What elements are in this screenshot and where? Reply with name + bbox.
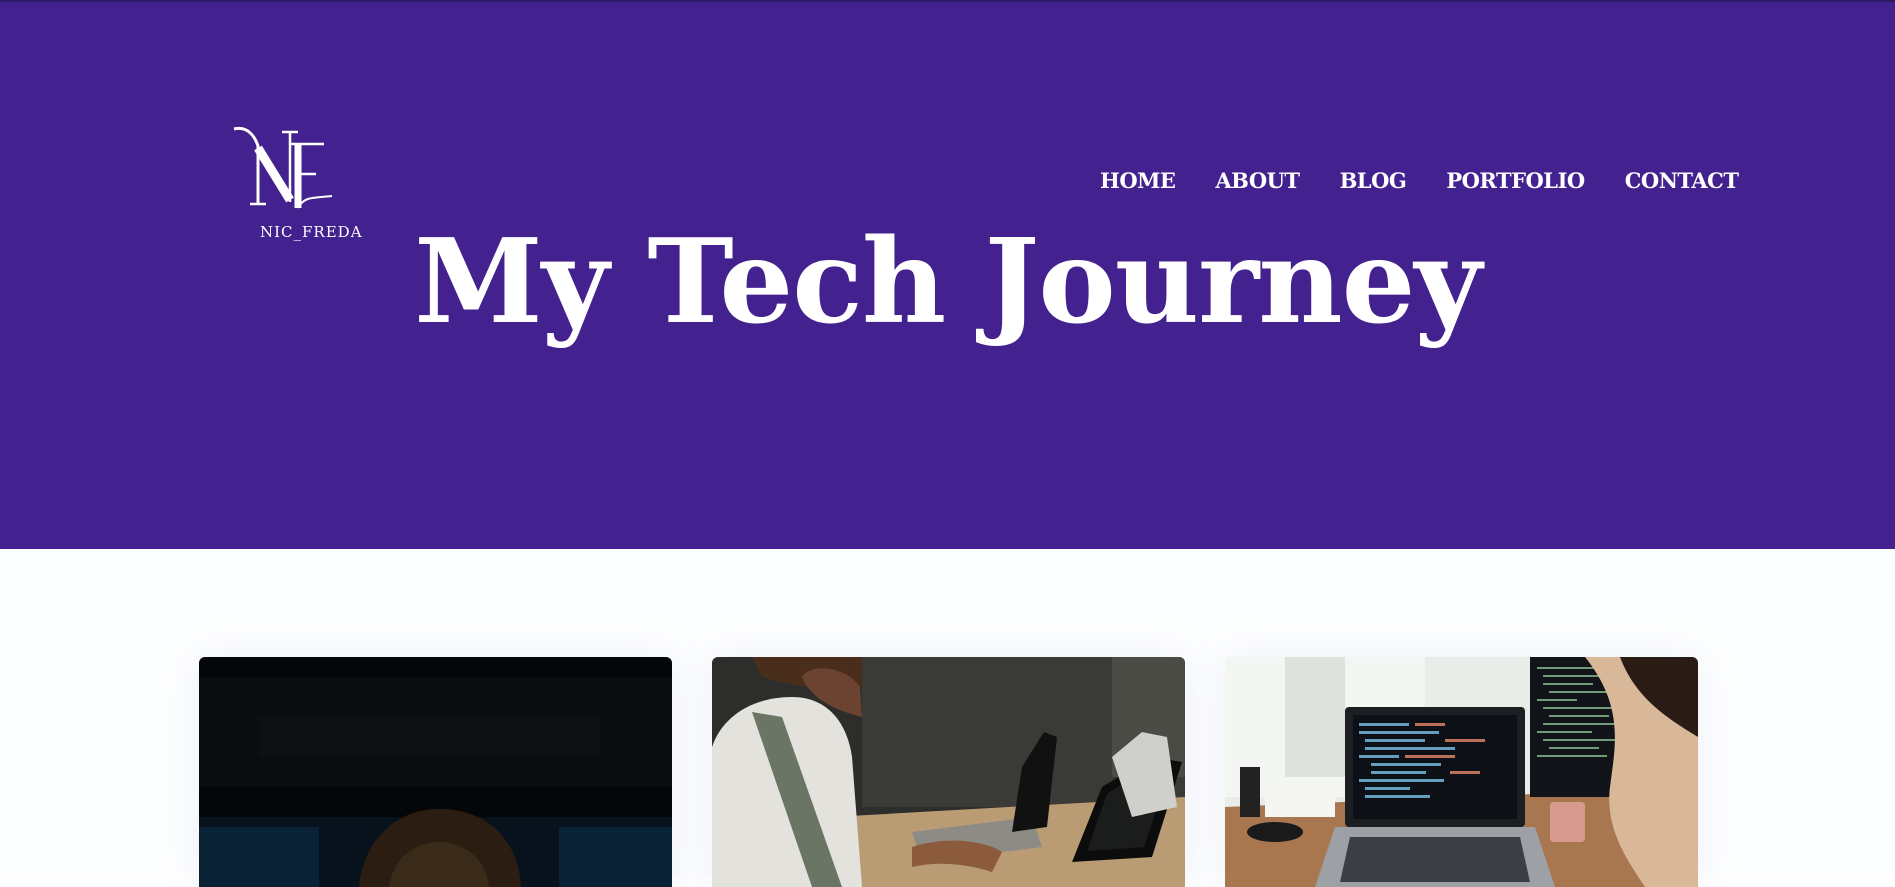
woman-typing-laptop-photo bbox=[712, 657, 1185, 887]
post-card-1[interactable] bbox=[199, 657, 672, 887]
hero-banner: NIC_FREDA HOME ABOUT BLOG PORTFOLIO CONT… bbox=[0, 2, 1895, 549]
page-title: My Tech Journey bbox=[414, 214, 1482, 350]
main-nav: HOME ABOUT BLOG PORTFOLIO CONTACT bbox=[1100, 167, 1739, 195]
post-card-3[interactable] bbox=[1225, 657, 1698, 887]
post-card-2[interactable] bbox=[712, 657, 1185, 887]
nf-monogram-icon bbox=[233, 126, 333, 209]
code-monitor-desk-photo bbox=[1225, 657, 1698, 887]
nav-home[interactable]: HOME bbox=[1100, 167, 1176, 195]
dark-laptop-person-photo bbox=[199, 657, 672, 887]
nav-contact[interactable]: CONTACT bbox=[1625, 167, 1739, 195]
blog-grid bbox=[0, 549, 1895, 887]
nav-about[interactable]: ABOUT bbox=[1215, 167, 1300, 195]
nav-portfolio[interactable]: PORTFOLIO bbox=[1446, 167, 1585, 195]
nav-blog[interactable]: BLOG bbox=[1340, 167, 1407, 195]
